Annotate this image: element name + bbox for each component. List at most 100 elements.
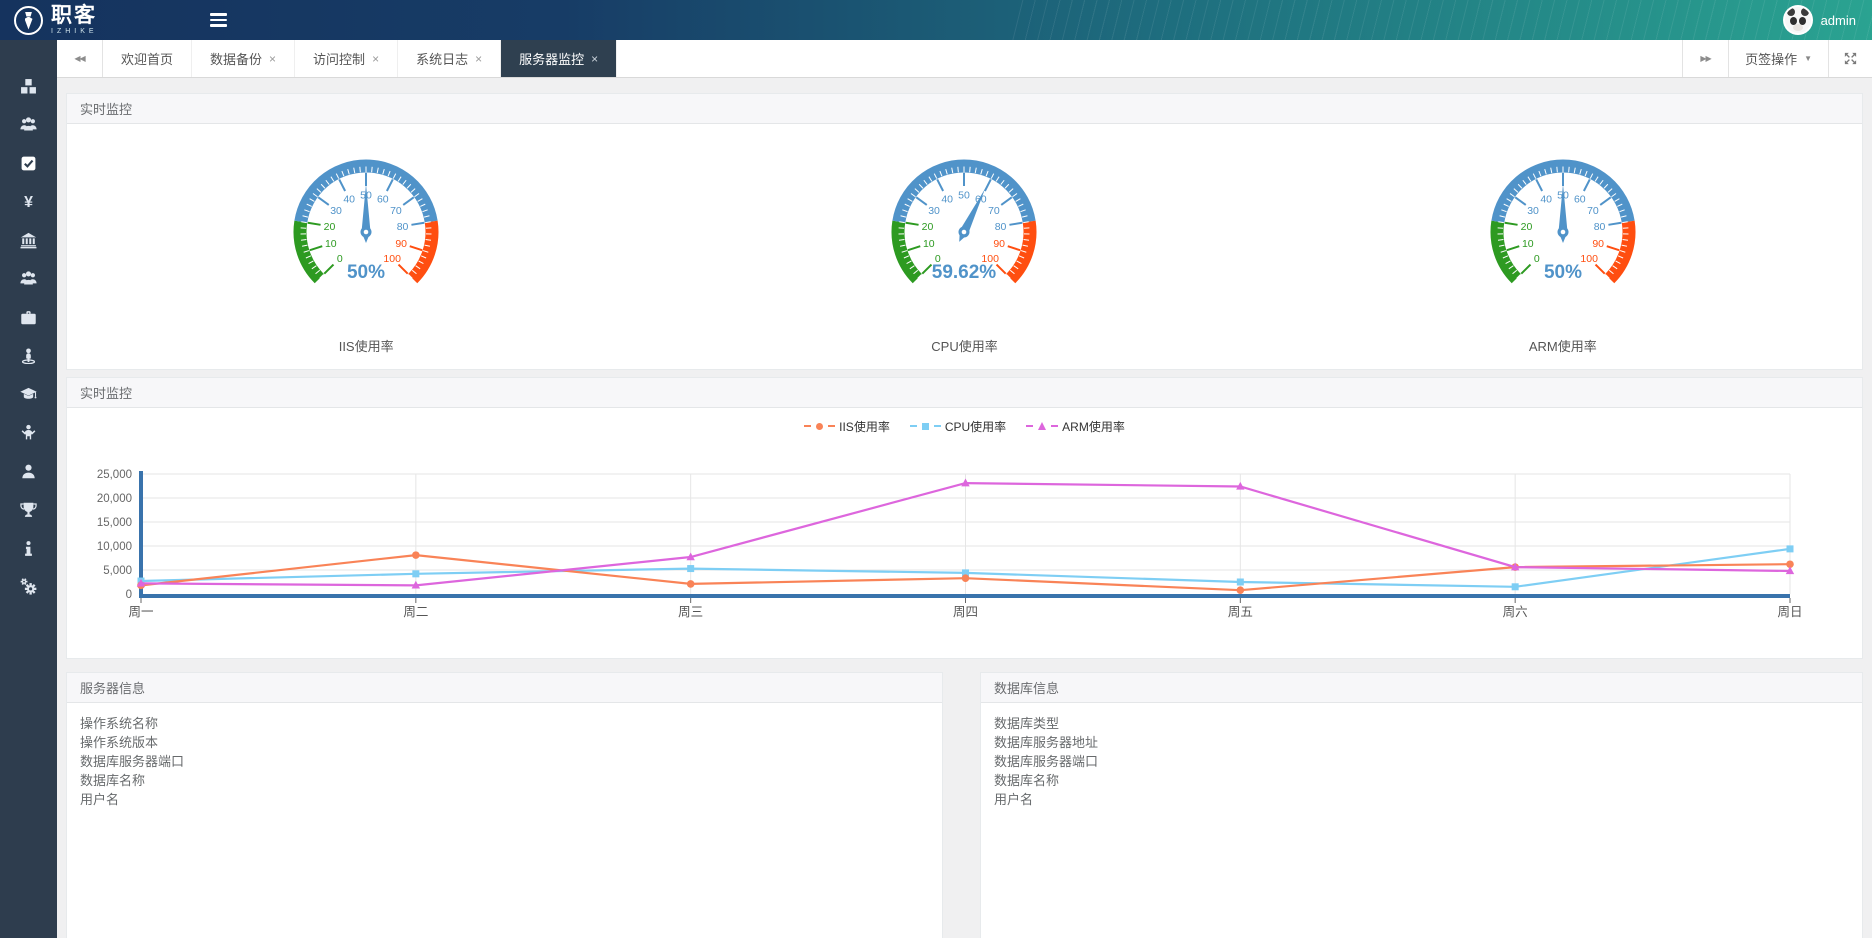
user-group-icon bbox=[20, 270, 37, 287]
hamburger-menu-icon[interactable] bbox=[210, 0, 244, 40]
sidebar-item-1[interactable] bbox=[0, 67, 57, 106]
tab-close-icon[interactable]: × bbox=[372, 53, 379, 65]
realtime-gauges-panel: 实时监控 010203040506070809010050% IIS使用率 01… bbox=[66, 93, 1863, 370]
cogs-icon bbox=[20, 578, 37, 595]
svg-text:30: 30 bbox=[1527, 205, 1539, 217]
username-label: admin bbox=[1821, 13, 1856, 28]
svg-text:20: 20 bbox=[922, 221, 934, 233]
svg-text:周二: 周二 bbox=[403, 605, 428, 619]
brand-tie-icon bbox=[14, 6, 43, 35]
gauge-caption: IIS使用率 bbox=[339, 336, 394, 355]
svg-text:周日: 周日 bbox=[1777, 605, 1802, 619]
svg-text:40: 40 bbox=[344, 194, 356, 206]
server-info-item: 操作系统版本 bbox=[80, 733, 929, 752]
svg-text:¥: ¥ bbox=[24, 194, 33, 210]
svg-text:90: 90 bbox=[994, 238, 1006, 250]
svg-text:100: 100 bbox=[1580, 253, 1598, 265]
sidebar-item-6[interactable] bbox=[0, 260, 57, 299]
tab-close-icon[interactable]: × bbox=[475, 53, 482, 65]
tab-welcome[interactable]: 欢迎首页 bbox=[103, 40, 192, 77]
sidebar-item-7[interactable] bbox=[0, 298, 57, 337]
svg-text:70: 70 bbox=[390, 205, 402, 217]
svg-text:60: 60 bbox=[1574, 194, 1586, 206]
legend-item-cpu[interactable]: CPU使用率 bbox=[910, 418, 1006, 435]
server-info-item: 数据库名称 bbox=[80, 771, 929, 790]
sidebar-item-3[interactable] bbox=[0, 144, 57, 183]
svg-text:0: 0 bbox=[337, 253, 343, 265]
tab-access-control[interactable]: 访问控制 × bbox=[295, 40, 398, 77]
svg-text:周五: 周五 bbox=[1228, 605, 1253, 619]
legend-item-arm[interactable]: ARM使用率 bbox=[1026, 418, 1125, 435]
database-info-item: 用户名 bbox=[994, 790, 1849, 809]
svg-text:周六: 周六 bbox=[1503, 605, 1528, 619]
sidebar-item-5[interactable] bbox=[0, 221, 57, 260]
tab-operations-dropdown[interactable]: 页签操作 ▼ bbox=[1728, 40, 1828, 77]
legend-item-iis[interactable]: IIS使用率 bbox=[804, 418, 890, 435]
svg-text:25,000: 25,000 bbox=[97, 469, 132, 481]
user-menu[interactable]: admin bbox=[1783, 5, 1872, 35]
gauge-iis: 010203040506070809010050% IIS使用率 bbox=[67, 150, 665, 355]
tab-bar: ◀◀ 欢迎首页 数据备份 × 访问控制 × 系统日志 × 服务器监控 × ▶▶ … bbox=[57, 40, 1872, 78]
panel-title: 数据库信息 bbox=[981, 673, 1862, 703]
panel-title: 实时监控 bbox=[67, 94, 1862, 124]
svg-text:10: 10 bbox=[923, 238, 935, 250]
svg-text:40: 40 bbox=[942, 194, 954, 206]
svg-text:70: 70 bbox=[1587, 205, 1599, 217]
sidebar-item-11[interactable] bbox=[0, 452, 57, 491]
tab-data-backup[interactable]: 数据备份 × bbox=[192, 40, 295, 77]
gauge-caption: CPU使用率 bbox=[931, 336, 997, 355]
tabs-scroll-right-icon[interactable]: ▶▶ bbox=[1682, 40, 1728, 77]
arm-usage-gauge: 010203040506070809010050% bbox=[1458, 150, 1668, 321]
left-sidebar: ¥ bbox=[0, 40, 57, 938]
trophy-icon bbox=[20, 501, 37, 518]
tab-close-icon[interactable]: × bbox=[591, 53, 598, 65]
svg-text:40: 40 bbox=[1540, 194, 1552, 206]
svg-text:60: 60 bbox=[377, 194, 389, 206]
brand-subtitle: IZHIKE bbox=[51, 28, 98, 35]
svg-text:10,000: 10,000 bbox=[97, 541, 132, 553]
chart-legend: IIS使用率 CPU使用率 ARM使用率 bbox=[67, 417, 1862, 435]
tabs-scroll-left-icon[interactable]: ◀◀ bbox=[57, 40, 103, 77]
tab-server-monitor[interactable]: 服务器监控 × bbox=[501, 40, 617, 77]
svg-text:50%: 50% bbox=[1544, 262, 1582, 283]
svg-text:10: 10 bbox=[325, 238, 337, 250]
svg-text:30: 30 bbox=[330, 205, 342, 217]
sidebar-item-10[interactable] bbox=[0, 414, 57, 453]
sidebar-item-13[interactable] bbox=[0, 529, 57, 568]
user-icon bbox=[20, 463, 37, 480]
bank-icon bbox=[20, 232, 37, 249]
triangle-marker-icon bbox=[1038, 422, 1046, 430]
app-logo[interactable]: 职客 IZHIKE bbox=[0, 5, 196, 35]
svg-text:50: 50 bbox=[959, 190, 971, 202]
svg-text:100: 100 bbox=[384, 253, 402, 265]
panel-title: 服务器信息 bbox=[67, 673, 942, 703]
svg-text:10: 10 bbox=[1522, 238, 1534, 250]
svg-text:周一: 周一 bbox=[128, 605, 153, 619]
info-icon bbox=[20, 540, 37, 557]
iis-usage-gauge: 010203040506070809010050% bbox=[261, 150, 471, 321]
database-info-item: 数据库类型 bbox=[994, 714, 1849, 733]
gauge-cpu: 010203040506070809010059.62% CPU使用率 bbox=[665, 150, 1263, 355]
brand-name: 职客 bbox=[51, 5, 98, 26]
tab-system-log[interactable]: 系统日志 × bbox=[398, 40, 501, 77]
svg-text:90: 90 bbox=[396, 238, 408, 250]
sidebar-item-4[interactable]: ¥ bbox=[0, 183, 57, 222]
panel-title: 实时监控 bbox=[67, 378, 1862, 408]
sidebar-item-8[interactable] bbox=[0, 337, 57, 376]
fullscreen-toggle-button[interactable] bbox=[1828, 40, 1872, 77]
sidebar-item-9[interactable] bbox=[0, 375, 57, 414]
street-view-icon bbox=[20, 347, 37, 364]
gauge-arm: 010203040506070809010050% ARM使用率 bbox=[1264, 150, 1862, 355]
svg-text:周四: 周四 bbox=[953, 605, 978, 619]
tab-close-icon[interactable]: × bbox=[269, 53, 276, 65]
svg-text:80: 80 bbox=[1594, 221, 1606, 233]
sidebar-item-2[interactable] bbox=[0, 106, 57, 145]
sidebar-item-14[interactable] bbox=[0, 568, 57, 607]
user-group-icon bbox=[20, 116, 37, 133]
graduation-cap-icon bbox=[20, 386, 37, 403]
svg-text:90: 90 bbox=[1592, 238, 1604, 250]
svg-text:5,000: 5,000 bbox=[103, 565, 132, 577]
svg-text:70: 70 bbox=[989, 205, 1001, 217]
svg-text:59.62%: 59.62% bbox=[932, 262, 997, 283]
sidebar-item-12[interactable] bbox=[0, 491, 57, 530]
